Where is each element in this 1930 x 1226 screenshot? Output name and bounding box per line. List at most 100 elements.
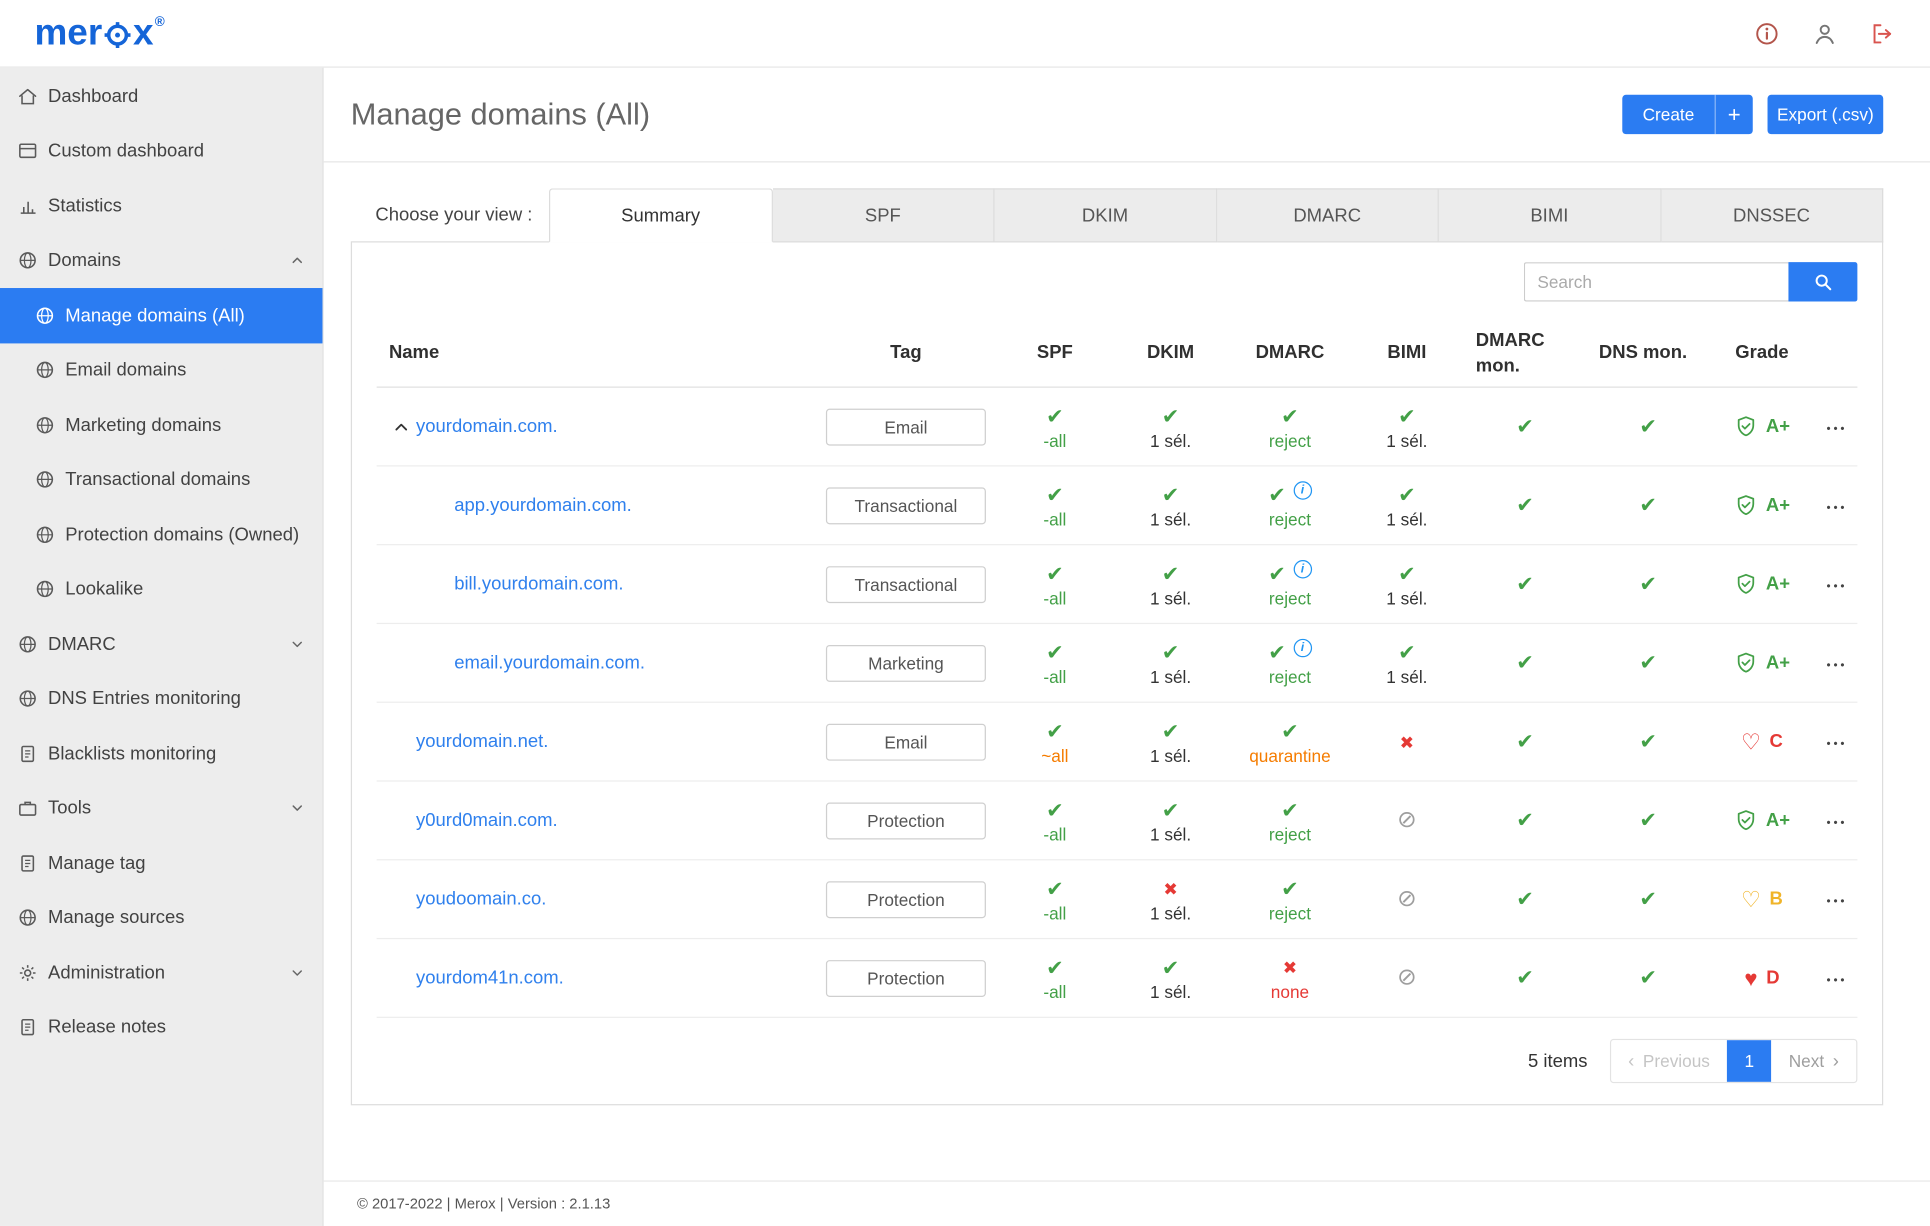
more-actions-icon[interactable]	[1827, 888, 1848, 910]
name-cell: app.yourdomain.com.	[377, 495, 814, 516]
sidebar-item-dmarc[interactable]: DMARC	[0, 617, 322, 672]
info-icon[interactable]	[1754, 20, 1780, 46]
check-icon: ✔	[1046, 404, 1064, 428]
tab-dmarc[interactable]: DMARC	[1216, 188, 1439, 243]
more-actions-icon[interactable]	[1827, 809, 1848, 831]
sidebar-item-icon	[17, 250, 38, 271]
sidebar-item-blacklists-monitoring[interactable]: Blacklists monitoring	[0, 726, 322, 781]
sidebar-item-label: Tools	[48, 797, 92, 819]
choose-view-label: Choose your view :	[375, 203, 533, 225]
domain-link[interactable]: yourdom41n.com.	[416, 967, 564, 988]
sidebar-item-statistics[interactable]: Statistics	[0, 178, 322, 233]
grade-cell: ♡ B	[1710, 888, 1815, 910]
collapse-chevron-icon[interactable]	[391, 417, 411, 437]
dns-mon-cell: ✔	[1587, 887, 1710, 912]
tab-summary[interactable]: Summary	[548, 188, 773, 243]
domain-link[interactable]: y0urd0main.com.	[416, 810, 558, 831]
tab-label: DKIM	[1081, 204, 1129, 226]
tab-bimi[interactable]: BIMI	[1438, 188, 1662, 243]
more-actions-icon[interactable]	[1827, 967, 1848, 989]
tab-spf[interactable]: SPF	[772, 188, 995, 243]
dmarc-cell: ✔reject	[1230, 480, 1351, 530]
search-button[interactable]	[1788, 262, 1858, 302]
grade-letter: A+	[1765, 809, 1791, 831]
sidebar-item-marketing-domains[interactable]: Marketing domains	[0, 398, 322, 453]
info-icon[interactable]	[1293, 559, 1312, 578]
grade-cell: A+	[1710, 809, 1815, 832]
merox-logo[interactable]: mer x ®	[34, 12, 164, 54]
domain-link[interactable]: youdoomain.co.	[416, 889, 546, 910]
check-icon: ✔	[1046, 561, 1064, 586]
sidebar-item-email-domains[interactable]: Email domains	[0, 343, 322, 398]
domain-link[interactable]: yourdomain.com.	[416, 416, 558, 437]
grade-letter: C	[1769, 731, 1783, 753]
sidebar-item-tools[interactable]: Tools	[0, 781, 322, 836]
sidebar-item-manage-domains-all[interactable]: Manage domains (All)	[0, 288, 323, 343]
table-body: yourdomain.com. Email ✔ -all ✔ 1 sél. ✔ rej…	[376, 388, 1860, 1018]
more-actions-icon[interactable]	[1827, 573, 1848, 595]
tab-dkim[interactable]: DKIM	[994, 188, 1217, 243]
spf-cell: ✔ ~all	[998, 719, 1111, 765]
check-icon: ✔	[1639, 966, 1657, 990]
name-cell: yourdomain.net.	[377, 731, 814, 752]
shield-check-icon	[1734, 415, 1757, 438]
sidebar-item-release-notes[interactable]: Release notes	[0, 1000, 322, 1055]
export-csv-button[interactable]: Export (.csv)	[1767, 94, 1884, 135]
sidebar-item-manage-sources[interactable]: Manage sources	[0, 891, 322, 946]
sidebar-item-protection-domains-owned[interactable]: Protection domains (Owned)	[0, 507, 322, 562]
topbar-actions	[1754, 20, 1896, 46]
sidebar-item-dashboard[interactable]: Dashboard	[0, 69, 322, 124]
spf-cell: ✔ -all	[998, 955, 1111, 1001]
sidebar-item-administration[interactable]: Administration	[0, 945, 322, 1000]
check-icon: ✔	[1398, 640, 1416, 665]
sidebar-item-manage-tag[interactable]: Manage tag	[0, 836, 322, 891]
spf-cell: ✔ -all	[998, 482, 1111, 528]
name-cell: y0urd0main.com.	[377, 810, 814, 831]
next-page-button[interactable]: Next	[1771, 1040, 1857, 1082]
domain-link[interactable]: app.yourdomain.com.	[454, 495, 632, 516]
shield-check-icon	[1734, 651, 1757, 674]
search-input[interactable]	[1523, 262, 1789, 302]
status-text: -all	[1043, 903, 1067, 924]
sidebar-item-domains[interactable]: Domains	[0, 233, 322, 288]
status-text: reject	[1268, 509, 1312, 530]
user-icon[interactable]	[1812, 20, 1838, 46]
sidebar-item-transactional-domains[interactable]: Transactional domains	[0, 452, 322, 507]
status-text: 1 sél.	[1149, 903, 1192, 924]
sidebar-item-custom-dashboard[interactable]: Custom dashboard	[0, 124, 322, 179]
status-text: 1 sél.	[1149, 824, 1192, 845]
items-count: 5 items	[1527, 1050, 1588, 1072]
domain-link[interactable]: bill.yourdomain.com.	[454, 574, 623, 595]
domain-link[interactable]: yourdomain.net.	[416, 731, 548, 752]
sidebar-item-label: Domains	[48, 250, 121, 272]
sidebar-item-icon	[17, 195, 38, 216]
sidebar-item-icon	[17, 688, 38, 709]
more-actions-icon[interactable]	[1827, 415, 1848, 437]
more-actions-icon[interactable]	[1827, 731, 1848, 753]
check-icon: ✔	[1639, 651, 1657, 675]
info-icon[interactable]	[1293, 480, 1312, 500]
dmarc-cell: ✔reject	[1230, 404, 1351, 450]
previous-page-button[interactable]: Previous	[1610, 1040, 1728, 1082]
sidebar-item-lookalike[interactable]: Lookalike	[0, 562, 322, 617]
tag-cell: Email	[814, 408, 999, 445]
tag-badge: Transactional	[825, 486, 986, 524]
sidebar-item-icon	[34, 524, 55, 545]
more-actions-icon[interactable]	[1827, 652, 1848, 674]
dns-mon-cell: ✔	[1587, 729, 1710, 754]
domain-link[interactable]: email.yourdomain.com.	[454, 652, 645, 673]
sidebar-item-icon	[34, 360, 55, 381]
page-number-button[interactable]: 1	[1727, 1040, 1772, 1082]
tab-dnssec[interactable]: DNSSEC	[1661, 188, 1884, 243]
heart-icon: ♡	[1741, 729, 1761, 754]
logout-icon[interactable]	[1870, 20, 1896, 46]
sidebar-item-dns-entries-monitoring[interactable]: DNS Entries monitoring	[0, 671, 322, 726]
actions-cell	[1814, 652, 1860, 674]
more-actions-icon[interactable]	[1827, 494, 1848, 516]
dkim-cell: ✔ 1 sél.	[1111, 561, 1229, 607]
sidebar-item-label: DNS Entries monitoring	[48, 688, 241, 710]
info-icon[interactable]	[1293, 638, 1312, 657]
dkim-cell: ✖ 1 sél.	[1111, 876, 1229, 922]
create-button[interactable]: Create +	[1622, 94, 1753, 135]
bimi-cell: ✔ 1 sél.	[1350, 640, 1463, 686]
